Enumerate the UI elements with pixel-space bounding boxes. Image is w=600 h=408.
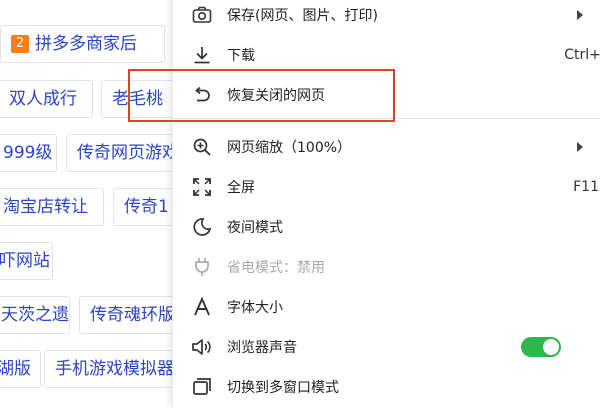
menu-item-label: 省电模式：禁用 bbox=[227, 260, 325, 276]
moon-icon bbox=[191, 216, 213, 238]
menu-item-zoom[interactable]: 网页缩放（100%） bbox=[173, 127, 600, 167]
menu-item-label: 恢复关闭的网页 bbox=[227, 88, 325, 104]
sound-toggle[interactable] bbox=[521, 337, 561, 357]
menu-item-label: 全屏 bbox=[227, 180, 255, 196]
suggestion-text: 传奇魂环版 bbox=[90, 305, 175, 325]
menu-item-label: 夜间模式 bbox=[227, 220, 283, 236]
rank-badge: 2 bbox=[11, 35, 29, 53]
menu-item-night-mode[interactable]: 夜间模式 bbox=[173, 207, 600, 247]
multi-window-icon bbox=[191, 376, 213, 398]
suggestion-chip[interactable]: 湖版 bbox=[0, 350, 41, 388]
suggestion-text: 吓网站 bbox=[0, 251, 50, 271]
submenu-arrow-icon bbox=[577, 142, 583, 152]
menu-item-save[interactable]: 保存(网页、图片、打印) bbox=[173, 0, 600, 35]
suggestion-text: 手机游戏模拟器 bbox=[55, 359, 174, 379]
suggestion-text: 拼多多商家后 bbox=[35, 34, 137, 54]
suggestion-chip[interactable]: 传奇网页游戏 bbox=[66, 134, 181, 172]
menu-item-power-saving: 省电模式：禁用 bbox=[173, 247, 600, 287]
suggestion-text: 天茨之遗 bbox=[1, 305, 69, 325]
suggestion-text: 传奇网页游戏 bbox=[77, 143, 179, 163]
suggestion-text: 淘宝店转让 bbox=[3, 197, 88, 217]
suggestion-chip[interactable]: 老毛桃 bbox=[101, 80, 181, 118]
menu-item-restore-closed-page[interactable]: 恢复关闭的网页 bbox=[173, 75, 600, 115]
menu-item-fullscreen[interactable]: 全屏 F11 bbox=[173, 167, 600, 207]
shortcut-label: F11 bbox=[573, 179, 599, 195]
menu-item-font-size[interactable]: 字体大小 bbox=[173, 287, 600, 327]
menu-item-label: 网页缩放（100%） bbox=[227, 140, 352, 156]
suggestion-text: 双人成行 bbox=[9, 89, 77, 109]
camera-icon bbox=[191, 4, 213, 26]
menu-item-browser-sound[interactable]: 浏览器声音 bbox=[173, 327, 600, 367]
menu-item-label: 切换到多窗口模式 bbox=[227, 380, 339, 396]
suggestion-chip[interactable]: 天茨之遗 bbox=[0, 296, 70, 334]
menu-item-label: 下载 bbox=[227, 48, 255, 64]
shortcut-label: Ctrl+J bbox=[564, 47, 600, 63]
suggestion-chip[interactable]: 传奇魂环版 bbox=[79, 296, 181, 334]
menu-divider bbox=[173, 118, 600, 119]
browser-context-menu: 保存(网页、图片、打印) 下载 Ctrl+J 恢复关闭的网页 网页缩放（100%… bbox=[172, 0, 600, 408]
plug-icon bbox=[191, 256, 213, 278]
menu-item-label: 保存(网页、图片、打印) bbox=[227, 8, 378, 24]
suggestion-chip[interactable]: 2 拼多多商家后 bbox=[0, 25, 165, 63]
suggestion-chip[interactable]: 传奇1 bbox=[113, 188, 181, 226]
suggestion-chip[interactable]: 手机游戏模拟器 bbox=[44, 350, 181, 388]
submenu-arrow-icon bbox=[577, 10, 583, 20]
suggestion-text: 老毛桃 bbox=[112, 89, 163, 109]
speaker-icon bbox=[191, 336, 213, 358]
toggle-knob bbox=[543, 339, 559, 355]
suggestion-chip[interactable]: 999级 bbox=[0, 134, 57, 172]
suggestion-chip[interactable]: 淘宝店转让 bbox=[0, 188, 104, 226]
suggestion-text: 传奇1 bbox=[124, 197, 169, 217]
suggestion-text: 湖版 bbox=[0, 359, 31, 379]
menu-item-download[interactable]: 下载 Ctrl+J bbox=[173, 35, 600, 75]
fullscreen-icon bbox=[191, 176, 213, 198]
font-size-icon bbox=[191, 296, 213, 318]
zoom-icon bbox=[191, 136, 213, 158]
menu-item-multi-window[interactable]: 切换到多窗口模式 bbox=[173, 367, 600, 407]
undo-icon bbox=[191, 84, 213, 106]
menu-item-label: 浏览器声音 bbox=[227, 340, 297, 356]
suggestion-chip[interactable]: 双人成行 bbox=[0, 80, 93, 118]
menu-item-label: 字体大小 bbox=[227, 300, 283, 316]
suggestion-chip[interactable]: 吓网站 bbox=[0, 242, 53, 280]
suggestion-text: 999级 bbox=[3, 143, 53, 163]
download-icon bbox=[191, 44, 213, 66]
